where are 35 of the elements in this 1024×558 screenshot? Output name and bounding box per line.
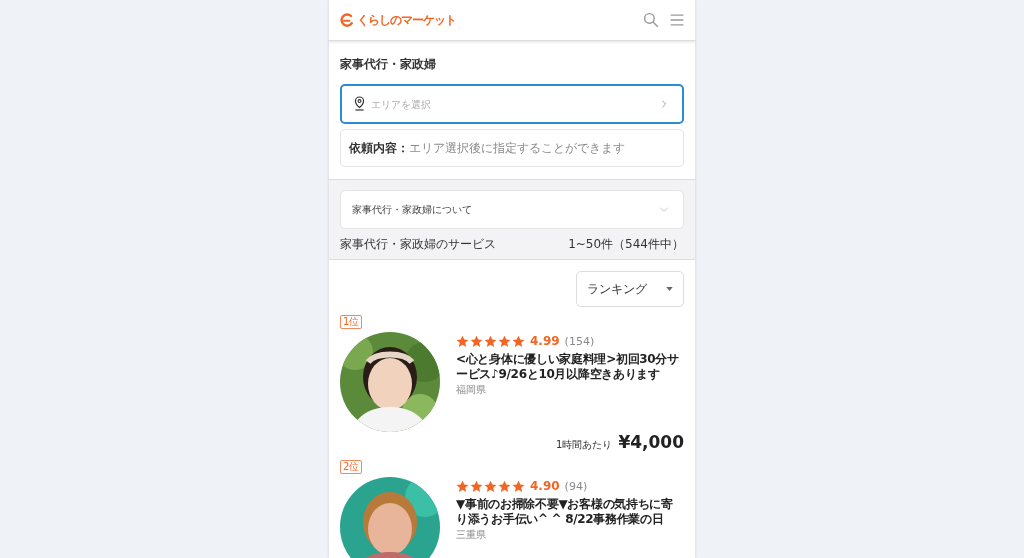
review-count: (154) bbox=[564, 334, 595, 348]
star-icon bbox=[470, 334, 483, 348]
menu-icon bbox=[669, 12, 685, 28]
star-icon bbox=[498, 479, 511, 493]
location-text: 福岡県 bbox=[456, 384, 487, 396]
logo-icon bbox=[339, 12, 355, 28]
chevron-right-icon bbox=[660, 100, 668, 108]
area-field[interactable]: エリアを選択 bbox=[340, 84, 684, 124]
search-icon bbox=[643, 12, 659, 28]
star-icon bbox=[512, 334, 525, 348]
rank-badge: 1位 bbox=[340, 315, 363, 329]
listing-title[interactable]: ▼事前のお掃除不要▼お客様の気持ちに寄り添うお手伝い^ ^ 8/22事務作業の日 bbox=[456, 497, 684, 527]
listing-title[interactable]: <心と身体に優しい家庭料理>初回30分サービス♪9/26と10月以降空きあります bbox=[456, 352, 684, 382]
rating-value: 4.99 bbox=[530, 334, 560, 348]
services-title: 家事代行・家政婦のサービス bbox=[340, 235, 496, 253]
star-icon bbox=[498, 334, 511, 348]
sort-dropdown[interactable]: ランキング bbox=[576, 271, 684, 307]
category-title: 家事代行・家政婦 bbox=[340, 56, 437, 73]
star-icon bbox=[484, 334, 497, 348]
request-label: 依頼内容： bbox=[349, 139, 409, 157]
result-count: 1~50件（544件中） bbox=[568, 235, 684, 253]
dropdown-caret-icon bbox=[666, 287, 673, 291]
star-icon bbox=[456, 334, 469, 348]
review-count: (94) bbox=[564, 479, 588, 493]
rank-badge: 2位 bbox=[340, 460, 363, 474]
star-icon bbox=[484, 479, 497, 493]
about-accordion[interactable]: 家事代行・家政婦について bbox=[340, 190, 684, 229]
star-icon bbox=[512, 479, 525, 493]
price-text: ¥4,000 bbox=[618, 432, 684, 452]
request-hint: エリア選択後に指定することができます bbox=[409, 139, 625, 157]
price-unit: 1時間あたり bbox=[556, 438, 613, 452]
location-text: 三重県 bbox=[456, 529, 487, 541]
star-icon bbox=[470, 479, 483, 493]
rating-value: 4.90 bbox=[530, 479, 560, 493]
star-icon bbox=[456, 479, 469, 493]
